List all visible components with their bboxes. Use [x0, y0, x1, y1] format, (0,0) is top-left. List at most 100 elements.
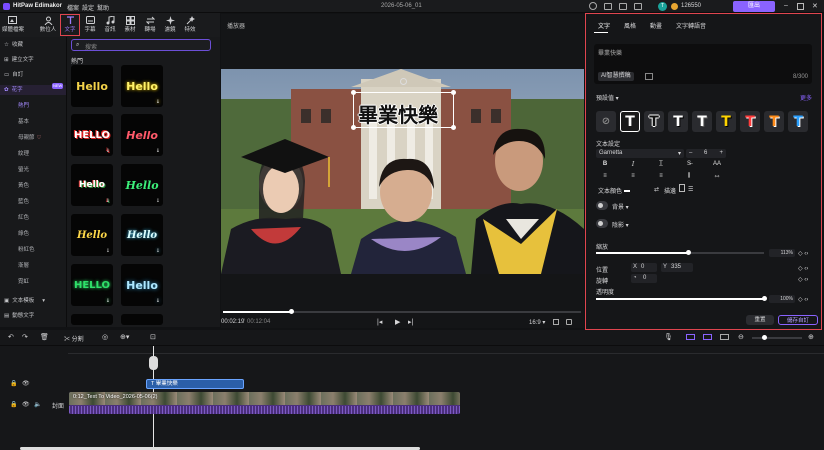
- text-preset[interactable]: T: [788, 111, 808, 132]
- sidebar-item-create-text[interactable]: ⊞ 建立文字: [4, 55, 34, 65]
- sidebar-sub-mothers-day[interactable]: 母親節 ♡: [18, 133, 41, 143]
- text-preset[interactable]: T: [644, 111, 664, 132]
- tab-text[interactable]: 文字: [598, 21, 610, 30]
- font-size-stepper[interactable]: –6 +: [686, 149, 726, 158]
- safe-area-icon[interactable]: [553, 319, 559, 325]
- zoom-out-icon[interactable]: ⊖: [738, 333, 744, 341]
- maximize-icon[interactable]: [797, 3, 804, 10]
- minimize-icon[interactable]: –: [784, 2, 788, 9]
- sidebar-item-motion-text[interactable]: ▤ 動態文字: [4, 311, 34, 321]
- text-preset-tile[interactable]: Hello ↓: [121, 214, 163, 256]
- opacity-slider[interactable]: [596, 296, 767, 301]
- sidebar-sub-neon[interactable]: 螢光: [18, 165, 29, 175]
- text-preset-tile[interactable]: HELLO ↓: [71, 114, 113, 156]
- resize-handle[interactable]: [351, 125, 356, 130]
- prev-frame-icon[interactable]: |◂: [377, 318, 382, 326]
- rotate-field[interactable]: ◔ 0: [631, 274, 657, 283]
- snap-icon[interactable]: [703, 334, 712, 340]
- text-preset[interactable]: T: [716, 111, 736, 132]
- undo-icon[interactable]: ↶: [8, 333, 14, 341]
- keyframe-icon[interactable]: ◇ ‹›: [798, 265, 808, 272]
- sidebar-item-text-template[interactable]: ▣ 文本模板 ▾: [4, 296, 45, 306]
- font-select[interactable]: Garnetta ▾: [596, 149, 684, 158]
- text-preset[interactable]: T: [620, 111, 640, 132]
- tab-tts[interactable]: 文字轉語音: [676, 21, 706, 30]
- text-preset[interactable]: T: [692, 111, 712, 132]
- text-overlay[interactable]: 畢業快樂: [358, 99, 438, 128]
- sidebar-sub-pink[interactable]: 粉紅色: [18, 245, 35, 255]
- spacing-icon[interactable]: ⇿: [710, 173, 724, 182]
- slider-knob[interactable]: [762, 296, 767, 301]
- eye-icon[interactable]: 👁: [22, 380, 30, 387]
- calendar-icon[interactable]: [634, 3, 642, 10]
- bold-button[interactable]: B: [598, 161, 612, 170]
- sidebar-sub-texture[interactable]: 紋理: [18, 149, 29, 159]
- ai-write-button[interactable]: AI智慧撰稿: [598, 72, 634, 81]
- case-icon[interactable]: AA: [710, 161, 724, 170]
- cover-label[interactable]: 封面: [52, 401, 64, 410]
- keyframe-icon[interactable]: ◇ ‹›: [798, 296, 808, 303]
- text-clip[interactable]: T 畢業快樂: [146, 379, 244, 389]
- sidebar-sub-basic[interactable]: 基本: [18, 117, 29, 127]
- more-link[interactable]: 更多: [800, 93, 812, 102]
- opacity-value[interactable]: 100%: [769, 295, 795, 303]
- scale-value[interactable]: 113%: [769, 249, 795, 257]
- text-preset-tile[interactable]: HELLO ↓: [71, 264, 113, 306]
- sidebar-item-flower-text[interactable]: ✿ 花字 NEW: [0, 83, 66, 95]
- text-preset-tile[interactable]: Hello ↓: [71, 214, 113, 256]
- text-preset-tile[interactable]: [121, 314, 163, 325]
- keyboard-icon[interactable]: [645, 73, 653, 80]
- text-preset[interactable]: T: [764, 111, 784, 132]
- tool-audio[interactable]: 音訊: [100, 14, 120, 36]
- text-preset-tile[interactable]: Hello ↓: [71, 164, 113, 206]
- sidebar-item-custom[interactable]: ▭ 自訂: [4, 70, 23, 80]
- crop-icon[interactable]: ⊡: [150, 333, 156, 341]
- text-preset[interactable]: T: [668, 111, 688, 132]
- close-icon[interactable]: ✕: [812, 2, 818, 10]
- rotate-handle-icon[interactable]: [400, 78, 407, 85]
- menu-file[interactable]: 檔案: [67, 3, 79, 12]
- resize-handle[interactable]: [451, 90, 456, 95]
- align-left-icon[interactable]: ≡: [598, 173, 612, 182]
- screen-icon[interactable]: [604, 3, 612, 10]
- progress-knob[interactable]: [289, 309, 295, 314]
- play-icon[interactable]: ▶: [395, 318, 400, 326]
- underline-icon[interactable]: T̲: [654, 161, 668, 170]
- avatar[interactable]: T: [658, 2, 667, 11]
- split-button[interactable]: ✂ 分割: [64, 334, 84, 343]
- save-custom-button[interactable]: 儲存自訂: [778, 315, 818, 325]
- tool-filter[interactable]: 濾鏡: [160, 14, 180, 36]
- reset-button[interactable]: 重置: [746, 315, 774, 325]
- menu-help[interactable]: 幫助: [97, 3, 109, 12]
- text-overlay-box[interactable]: 畢業快樂: [351, 90, 456, 130]
- sidebar-sub-yellow[interactable]: 黃色: [18, 181, 29, 191]
- eye-icon[interactable]: 👁: [22, 401, 30, 408]
- freeze-icon[interactable]: ⊕▾: [120, 333, 129, 341]
- sidebar-sub-red[interactable]: 紅色: [18, 213, 29, 223]
- text-preset-tile[interactable]: Hello ↓: [121, 114, 163, 156]
- sidebar-sub-popular[interactable]: 熱門: [18, 101, 29, 111]
- keyframe-icon[interactable]: ◇ ‹›: [798, 250, 808, 257]
- text-preset-tile[interactable]: Hello ↓: [121, 264, 163, 306]
- tool-subtitle[interactable]: 字幕: [80, 14, 100, 36]
- lock-icon[interactable]: 🔒: [10, 401, 17, 408]
- video-clip[interactable]: 0:12_Text To Video_2026-05-06(2): [69, 392, 460, 414]
- keyframe-icon[interactable]: ◇ ‹›: [798, 276, 808, 283]
- resize-handle[interactable]: [451, 125, 456, 130]
- tutorial-icon[interactable]: [589, 2, 597, 10]
- align-right-icon[interactable]: ≡: [654, 173, 668, 182]
- text-preset-tile[interactable]: [71, 314, 113, 325]
- scale-slider[interactable]: [596, 250, 764, 255]
- text-preset[interactable]: T: [740, 111, 760, 132]
- sidebar-sub-green[interactable]: 綠色: [18, 229, 29, 239]
- sidebar-sub-neon-light[interactable]: 霓虹: [18, 277, 29, 287]
- redo-icon[interactable]: ↷: [22, 333, 28, 341]
- mic-icon[interactable]: 🎙: [664, 333, 673, 341]
- tool-media[interactable]: 媒體檔案: [2, 14, 24, 36]
- tool-avatar[interactable]: 數位人: [38, 14, 58, 36]
- preview-icon[interactable]: [720, 334, 729, 340]
- next-frame-icon[interactable]: ▸|: [408, 318, 413, 326]
- menu-settings[interactable]: 設定: [82, 3, 94, 12]
- position-y-field[interactable]: Y 335: [661, 263, 693, 272]
- sidebar-sub-blue[interactable]: 藍色: [18, 197, 29, 207]
